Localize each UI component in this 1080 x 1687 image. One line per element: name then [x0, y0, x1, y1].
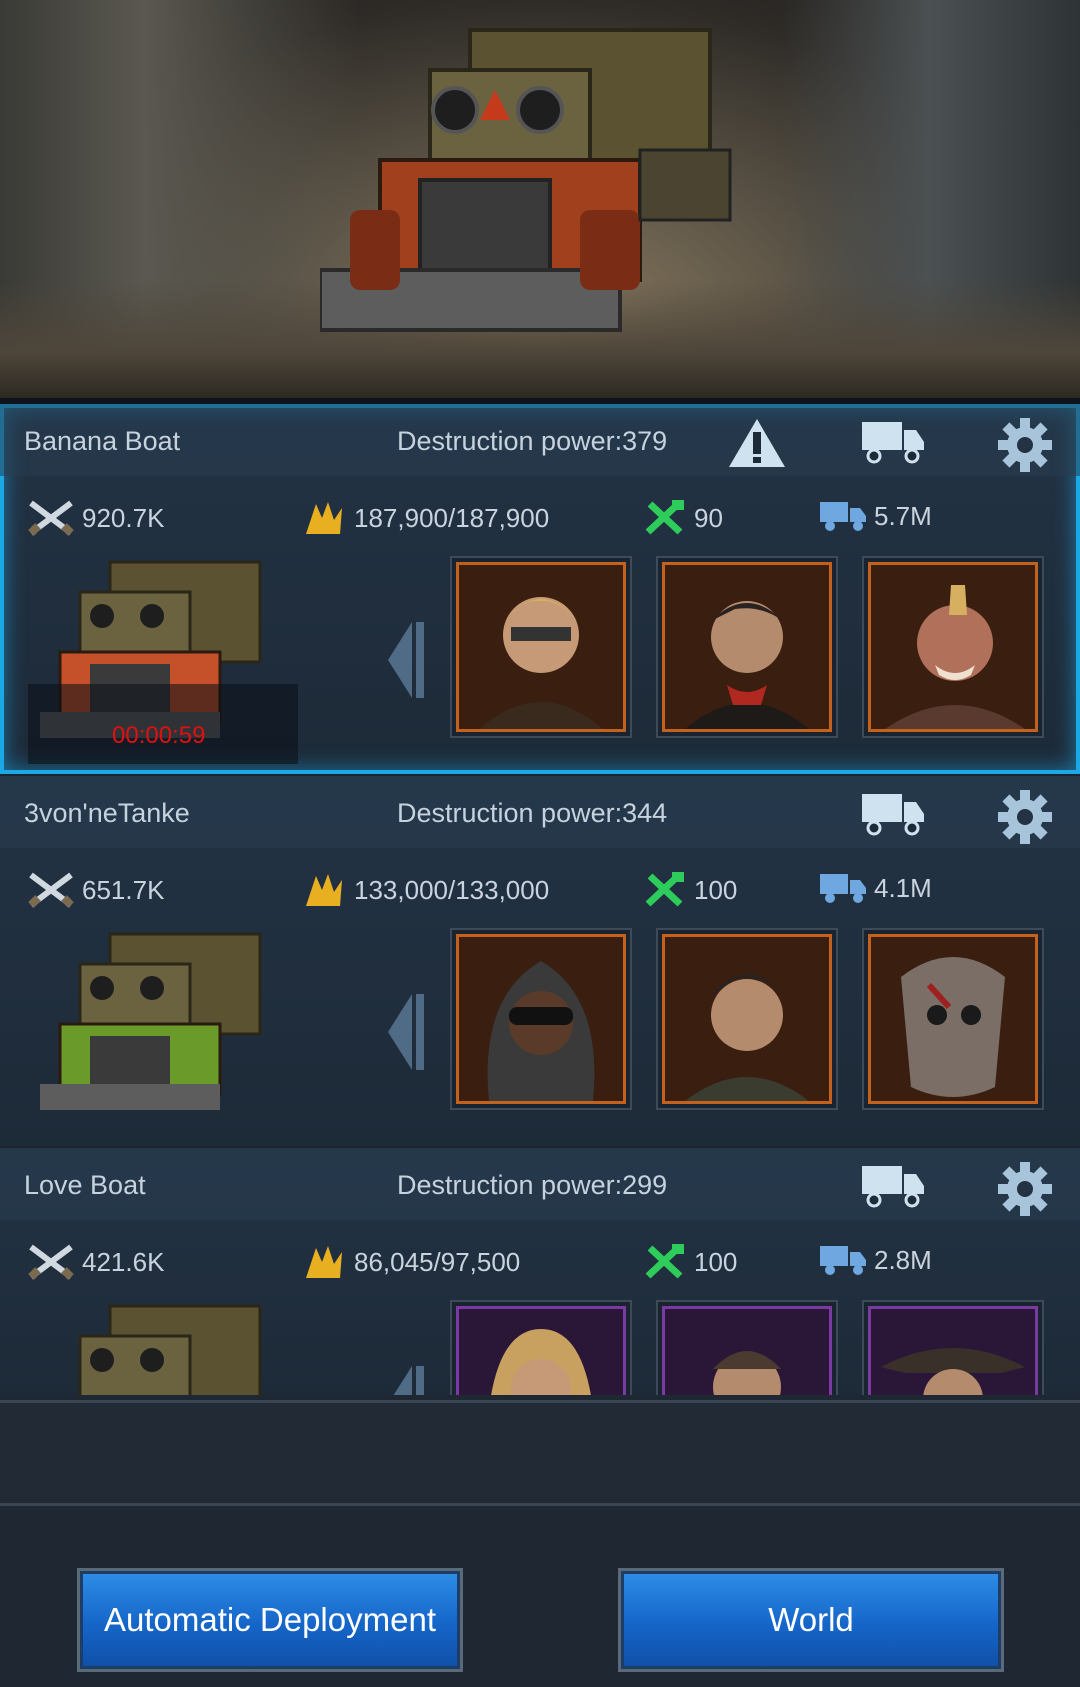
world-button[interactable]: World	[618, 1568, 1004, 1672]
hero-portrait-2[interactable]	[662, 934, 832, 1104]
repair-stat: 100	[642, 1242, 737, 1282]
attack-stat: 651.7K	[26, 870, 164, 910]
squad-card-3[interactable]: Love Boat Destruction power:299 421.6K 8…	[0, 1148, 1080, 1396]
destruction-power: Destruction power:299	[397, 1170, 668, 1200]
attack-stat: 920.7K	[26, 498, 164, 538]
troops-value: 187,900/187,900	[354, 502, 550, 533]
attack-value: 920.7K	[82, 502, 165, 533]
wrench-hammer-icon	[645, 1244, 684, 1279]
wrench-hammer-icon	[645, 872, 684, 907]
squad-truck-image[interactable]	[40, 924, 280, 1114]
soldiers-icon	[306, 874, 342, 906]
repair-value: 100	[694, 1246, 738, 1277]
wrench-hammer-icon	[645, 500, 684, 535]
automatic-deployment-button[interactable]: Automatic Deployment	[77, 1568, 463, 1672]
gear-icon[interactable]	[996, 1160, 1054, 1218]
truck-icon[interactable]	[860, 418, 926, 464]
load-stat: 2.8M	[818, 1242, 932, 1278]
hero-truck-image	[320, 28, 732, 332]
troops-stat: 86,045/97,500	[298, 1242, 520, 1282]
hero-banner	[0, 0, 1080, 400]
truck-icon[interactable]	[860, 1162, 926, 1208]
load-value: 2.8M	[874, 1244, 932, 1275]
destruction-power: Destruction power:379	[397, 426, 668, 456]
warning-icon[interactable]	[726, 416, 788, 470]
left-arrow-icon[interactable]	[384, 1362, 428, 1396]
bottom-strip	[0, 1400, 1080, 1506]
troops-value: 86,045/97,500	[354, 1246, 521, 1277]
attack-value: 651.7K	[82, 874, 165, 905]
troops-value: 133,000/133,000	[354, 874, 550, 905]
crossed-guns-icon	[28, 872, 74, 908]
attack-stat: 421.6K	[26, 1242, 164, 1282]
crossed-guns-icon	[28, 500, 74, 536]
left-arrow-icon[interactable]	[384, 618, 428, 702]
squad-name: Love Boat	[24, 1170, 146, 1200]
load-value: 5.7M	[874, 500, 932, 531]
troops-stat: 187,900/187,900	[298, 498, 549, 538]
left-arrow-icon[interactable]	[384, 990, 428, 1074]
gear-icon[interactable]	[996, 788, 1054, 846]
squad-card-1[interactable]: Banana Boat Destruction power:379 920.7K…	[0, 404, 1080, 774]
hero-portrait-3[interactable]	[868, 934, 1038, 1104]
countdown-timer: 00:00:59	[112, 722, 206, 749]
hero-portrait-1[interactable]	[456, 934, 626, 1104]
cargo-truck-icon	[820, 1246, 866, 1275]
load-stat: 4.1M	[818, 870, 932, 906]
squad-name: Banana Boat	[24, 426, 181, 456]
hero-portrait-3[interactable]	[868, 1306, 1038, 1396]
load-value: 4.1M	[874, 872, 932, 903]
attack-value: 421.6K	[82, 1246, 165, 1277]
squad-card-2[interactable]: 3von'neTanke Destruction power:344 651.7…	[0, 776, 1080, 1146]
hero-portrait-3[interactable]	[868, 562, 1038, 732]
gear-icon[interactable]	[996, 416, 1054, 474]
repair-value: 100	[694, 874, 738, 905]
squad-name: 3von'neTanke	[24, 798, 190, 828]
cargo-truck-icon	[820, 874, 866, 903]
load-stat: 5.7M	[818, 498, 932, 534]
repair-stat: 90	[642, 498, 723, 538]
hero-portrait-1[interactable]	[456, 562, 626, 732]
truck-icon[interactable]	[860, 790, 926, 836]
troops-stat: 133,000/133,000	[298, 870, 549, 910]
soldiers-icon	[306, 1246, 342, 1278]
repair-value: 90	[694, 502, 723, 533]
hero-portrait-1[interactable]	[456, 1306, 626, 1396]
squad-truck-image[interactable]	[40, 1296, 280, 1396]
cargo-truck-icon	[820, 502, 866, 531]
repair-stat: 100	[642, 870, 737, 910]
crossed-guns-icon	[28, 1244, 74, 1280]
soldiers-icon	[306, 502, 342, 534]
hero-portrait-2[interactable]	[662, 1306, 832, 1396]
destruction-power: Destruction power:344	[397, 798, 668, 828]
hero-portrait-2[interactable]	[662, 562, 832, 732]
